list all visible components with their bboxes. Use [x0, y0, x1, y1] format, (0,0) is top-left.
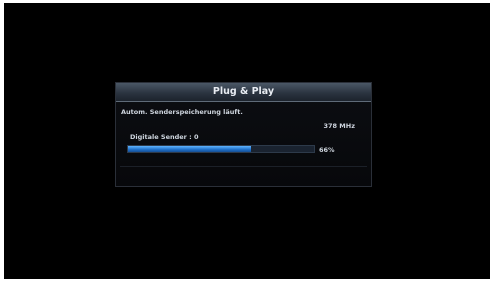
dialog-title: Plug & Play	[116, 83, 371, 102]
tv-screen: Plug & Play Autom. Senderspeicherung läu…	[4, 3, 490, 279]
scan-progress-fill	[128, 146, 251, 152]
scan-progress-percent: 66%	[319, 146, 335, 154]
dialog-divider	[120, 166, 367, 167]
frequency-readout: 378 MHz	[323, 122, 355, 130]
plug-and-play-dialog: Plug & Play Autom. Senderspeicherung läu…	[115, 82, 372, 187]
scan-progress-bar	[127, 145, 315, 153]
scan-status-text: Autom. Senderspeicherung läuft.	[121, 108, 243, 116]
digital-channels-count: Digitale Sender : 0	[130, 133, 199, 141]
